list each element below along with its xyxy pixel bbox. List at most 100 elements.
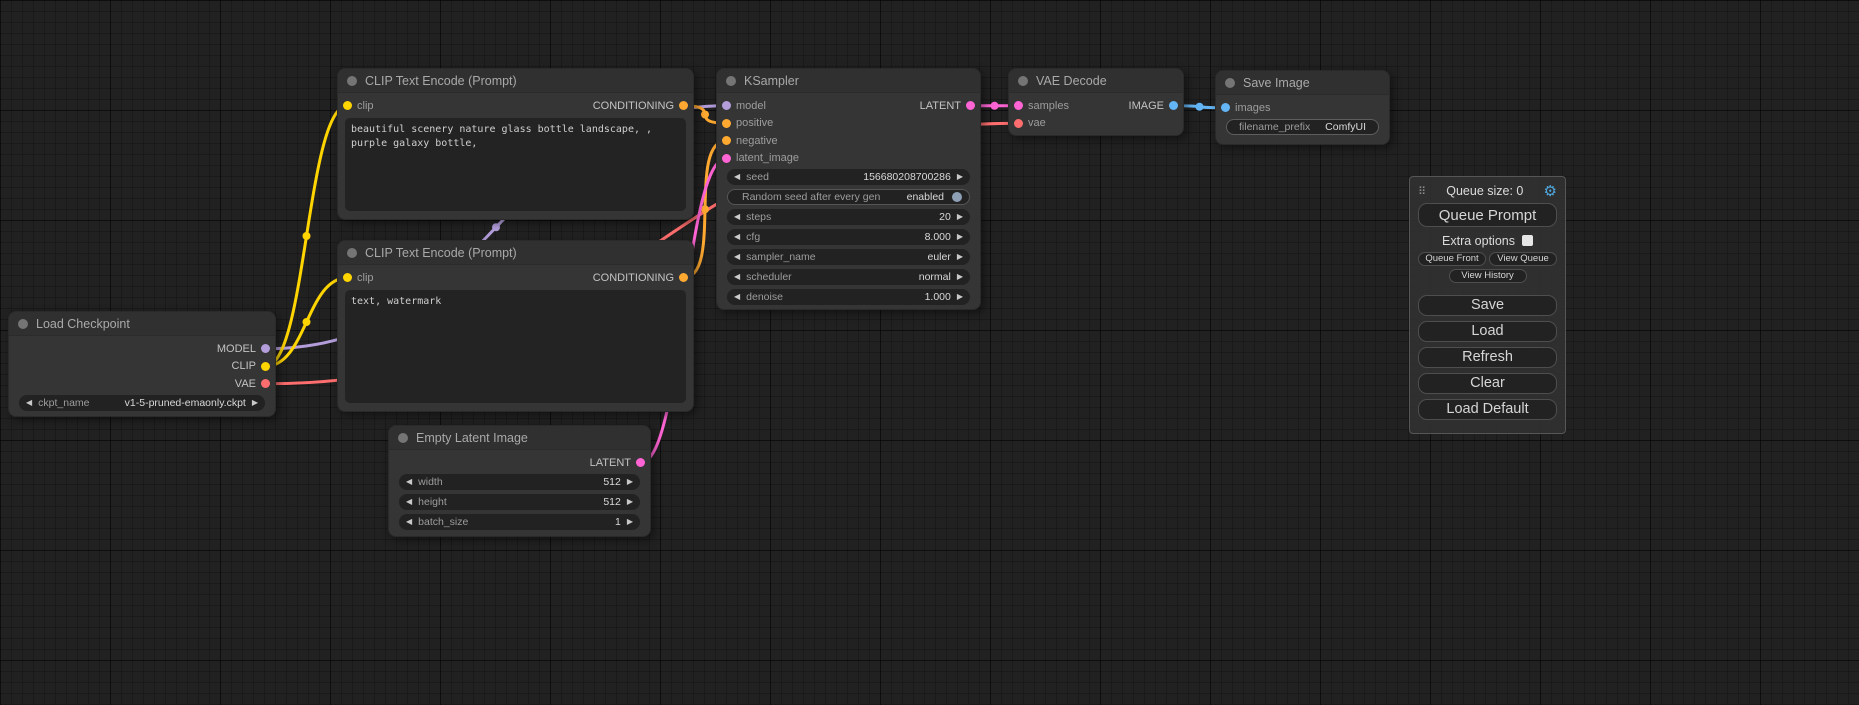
collapse-dot[interactable] [398,433,408,443]
positive-input-port[interactable] [722,119,731,128]
save-button[interactable]: Save [1418,295,1557,316]
sampler-name-widget[interactable]: ◀ sampler_name euler ▶ [727,249,970,265]
latent-output-port[interactable] [636,458,645,467]
scheduler-widget[interactable]: ◀ scheduler normal ▶ [727,269,970,285]
decrement-arrow-icon[interactable]: ◀ [734,233,740,241]
decrement-arrow-icon[interactable]: ◀ [406,518,412,526]
increment-arrow-icon[interactable]: ▶ [627,498,633,506]
queue-size-label: Queue size: 0 [1446,184,1523,198]
view-history-button[interactable]: View History [1449,269,1527,283]
wire-midpoint-dot[interactable] [1196,103,1204,111]
height-widget[interactable]: ◀ height 512 ▶ [399,494,640,510]
increment-arrow-icon[interactable]: ▶ [957,233,963,241]
prompt-textarea[interactable]: text, watermark [345,290,686,404]
node-ksampler[interactable]: KSampler model LATENT positive [716,68,981,310]
wire-midpoint-dot[interactable] [303,232,311,240]
negative-input-port[interactable] [722,136,731,145]
empty-latent-title-bar[interactable]: Empty Latent Image [389,426,650,450]
filename-prefix-widget[interactable]: filename_prefix ComfyUI [1226,119,1379,135]
clip-text-encode-title-bar[interactable]: CLIP Text Encode (Prompt) [338,69,693,93]
load-checkpoint-title-bar[interactable]: Load Checkpoint [9,312,275,336]
node-load-checkpoint[interactable]: Load Checkpoint MODEL CLIP VAE [8,311,276,417]
load-button[interactable]: Load [1418,321,1557,342]
drag-handle-icon[interactable]: ⠿ [1418,185,1426,198]
samples-input-slot: samples [1014,100,1069,112]
clip-input-slot: clip [343,100,374,112]
increment-arrow-icon[interactable]: ▶ [627,518,633,526]
width-widget[interactable]: ◀ width 512 ▶ [399,474,640,490]
increment-arrow-icon[interactable]: ▶ [957,213,963,221]
save-image-title-bar[interactable]: Save Image [1216,71,1389,95]
toggle-dot[interactable] [952,192,962,202]
collapse-dot[interactable] [1225,78,1235,88]
node-clip-text-encode-negative[interactable]: CLIP Text Encode (Prompt) clip CONDITION… [337,240,694,412]
latent-image-input-port[interactable] [722,154,731,163]
ckpt-name-widget[interactable]: ◀ ckpt_name v1-5-pruned-emaonly.ckpt ▶ [19,395,265,411]
increment-arrow-icon[interactable]: ▶ [957,273,963,281]
vae-decode-title-bar[interactable]: VAE Decode [1009,69,1183,93]
decrement-arrow-icon[interactable]: ◀ [734,173,740,181]
widget-value: 512 [603,476,621,488]
samples-input-port[interactable] [1014,101,1023,110]
increment-arrow-icon[interactable]: ▶ [957,173,963,181]
increment-arrow-icon[interactable]: ▶ [957,253,963,261]
widget-value: 20 [939,211,951,223]
node-empty-latent-image[interactable]: Empty Latent Image LATENT ◀ width 512 ▶ … [388,425,651,537]
collapse-dot[interactable] [1018,76,1028,86]
clip-text-encode-title-bar[interactable]: CLIP Text Encode (Prompt) [338,241,693,265]
collapse-dot[interactable] [726,76,736,86]
node-canvas[interactable]: Load Checkpoint MODEL CLIP VAE [0,0,1859,705]
collapse-dot[interactable] [347,248,357,258]
image-output-port[interactable] [1169,101,1178,110]
increment-arrow-icon[interactable]: ▶ [627,478,633,486]
model-output-port[interactable] [261,344,270,353]
vae-output-port[interactable] [261,379,270,388]
node-vae-decode[interactable]: VAE Decode samples IMAGE vae [1008,68,1184,136]
vae-input-port[interactable] [1014,119,1023,128]
wire-midpoint-dot[interactable] [701,111,709,119]
latent-output-port[interactable] [966,101,975,110]
view-queue-button[interactable]: View Queue [1489,252,1557,266]
load-default-button[interactable]: Load Default [1418,399,1557,420]
extra-options-checkbox[interactable] [1522,235,1533,246]
cfg-widget[interactable]: ◀ cfg 8.000 ▶ [727,229,970,245]
settings-gear-icon[interactable]: ⚙ [1544,182,1557,200]
decrement-arrow-icon[interactable]: ◀ [734,273,740,281]
collapse-dot[interactable] [347,76,357,86]
refresh-button[interactable]: Refresh [1418,347,1557,368]
denoise-widget[interactable]: ◀ denoise 1.000 ▶ [727,289,970,305]
decrement-arrow-icon[interactable]: ◀ [406,498,412,506]
wire-midpoint-dot[interactable] [991,102,999,110]
model-input-port[interactable] [722,101,731,110]
images-input-port[interactable] [1221,103,1230,112]
decrement-arrow-icon[interactable]: ◀ [734,253,740,261]
wire-midpoint-dot[interactable] [303,318,311,326]
decrement-arrow-icon[interactable]: ◀ [734,293,740,301]
clip-output-port[interactable] [261,362,270,371]
clip-input-port[interactable] [343,101,352,110]
ksampler-title-bar[interactable]: KSampler [717,69,980,93]
collapse-dot[interactable] [18,319,28,329]
increment-arrow-icon[interactable]: ▶ [957,293,963,301]
seed-widget[interactable]: ◀ seed 156680208700286 ▶ [727,169,970,185]
random-seed-toggle-widget[interactable]: Random seed after every gen enabled [727,189,970,205]
queue-menu-header: ⠿ Queue size: 0 ⚙ [1418,182,1557,200]
conditioning-output-port[interactable] [679,273,688,282]
prompt-textarea[interactable]: beautiful scenery nature glass bottle la… [345,118,686,212]
widget-label: scheduler [746,271,792,283]
node-save-image[interactable]: Save Image images filename_prefix ComfyU… [1215,70,1390,145]
steps-widget[interactable]: ◀ steps 20 ▶ [727,209,970,225]
conditioning-output-port[interactable] [679,101,688,110]
increment-arrow-icon[interactable]: ▶ [252,399,258,407]
queue-prompt-button[interactable]: Queue Prompt [1418,203,1557,227]
clip-input-port[interactable] [343,273,352,282]
decrement-arrow-icon[interactable]: ◀ [406,478,412,486]
node-clip-text-encode-positive[interactable]: CLIP Text Encode (Prompt) clip CONDITION… [337,68,694,220]
decrement-arrow-icon[interactable]: ◀ [734,213,740,221]
batch-size-widget[interactable]: ◀ batch_size 1 ▶ [399,514,640,530]
clear-button[interactable]: Clear [1418,373,1557,394]
decrement-arrow-icon[interactable]: ◀ [26,399,32,407]
widget-value: euler [927,251,950,263]
queue-front-button[interactable]: Queue Front [1418,252,1486,266]
wire-midpoint-dot[interactable] [492,223,500,231]
